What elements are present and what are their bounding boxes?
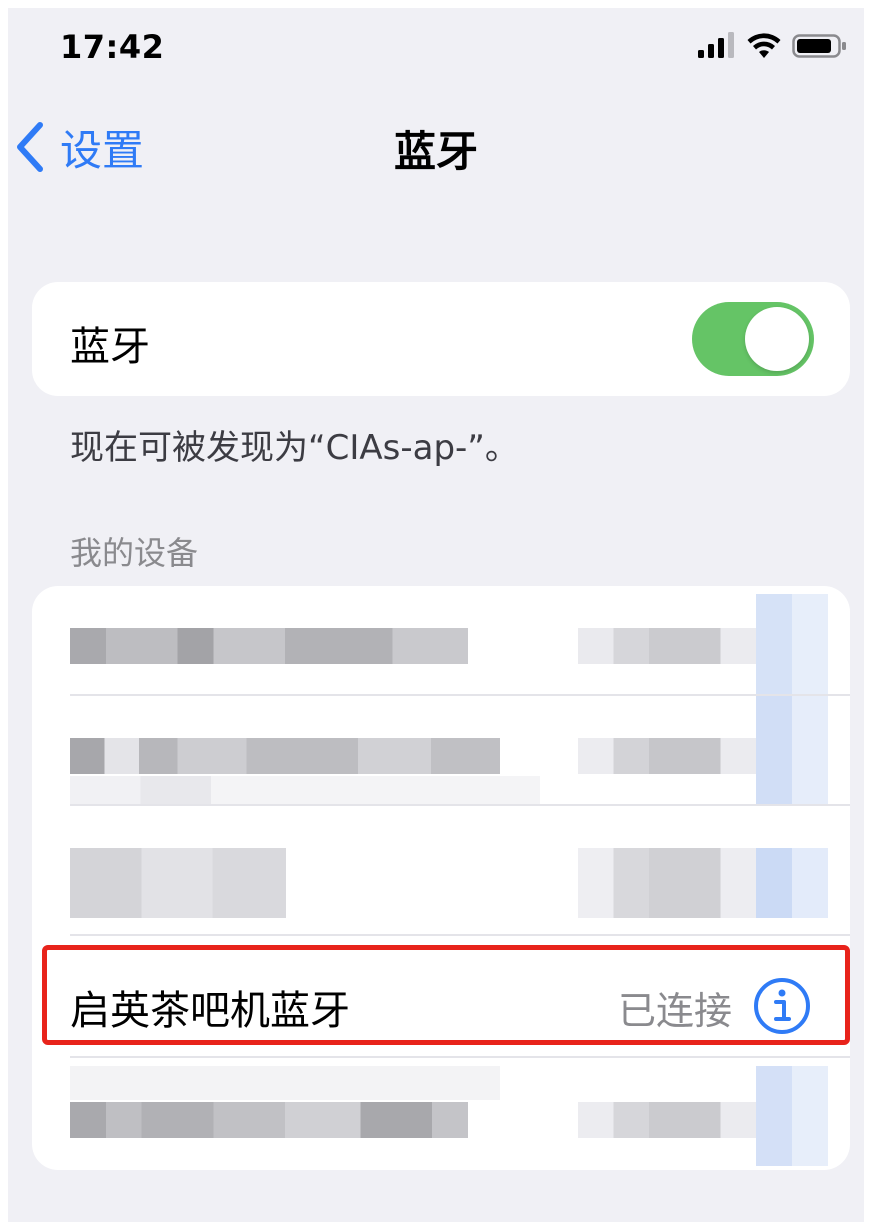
switch-knob — [745, 307, 809, 371]
discoverable-text: 现在可被发现为“CIAs-ap-”。 — [70, 428, 519, 468]
bluetooth-switch[interactable] — [692, 302, 814, 376]
page-title: 蓝牙 — [393, 127, 478, 176]
bluetooth-toggle-row: 蓝牙 — [32, 282, 850, 396]
device-row-obscured[interactable] — [32, 586, 850, 696]
my-devices-list: 启英茶吧机蓝牙 已连接 — [32, 586, 850, 1170]
cellular-signal-icon — [698, 32, 734, 58]
wifi-icon — [747, 33, 781, 58]
phone-screen: 17:42 设置 蓝牙 蓝牙 现在可被发现为“CIAs-ap-”。 我的设备 启… — [8, 8, 864, 1222]
status-time: 17:42 — [60, 28, 165, 66]
device-row-obscured[interactable] — [32, 1058, 850, 1170]
status-icons — [698, 26, 848, 66]
device-row-obscured[interactable] — [32, 806, 850, 936]
device-row-obscured[interactable] — [32, 696, 850, 806]
my-devices-header: 我的设备 — [70, 534, 199, 572]
highlight-box — [42, 945, 850, 1045]
bluetooth-label: 蓝牙 — [70, 324, 150, 370]
battery-icon — [792, 34, 846, 58]
